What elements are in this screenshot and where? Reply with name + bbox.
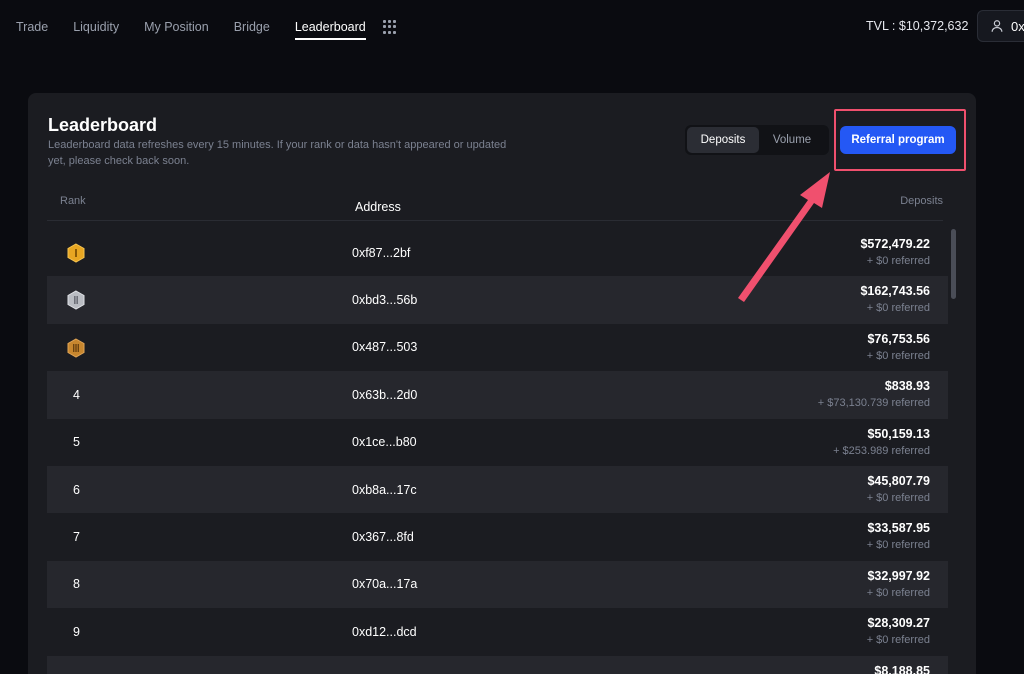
bronze-medal-icon xyxy=(67,338,85,358)
row-address: 0xbd3...56b xyxy=(352,293,418,308)
row-address: 0xb8a...17c xyxy=(352,482,417,497)
row-referred-amount: + $0 referred xyxy=(866,302,930,315)
table-row: $8,188.85 xyxy=(47,655,948,674)
table-row: 0x487...503 $76,753.56 + $0 referred xyxy=(47,324,948,371)
row-deposit-amount: $8,188.85 xyxy=(874,663,930,674)
table-header: Rank Address Deposits xyxy=(47,193,943,221)
row-referred-amount: + $0 referred xyxy=(866,255,930,267)
column-header-deposits: Deposits xyxy=(900,195,943,207)
row-address: 0x367...8fd xyxy=(352,530,414,545)
row-rank: 4 xyxy=(73,387,80,402)
row-address: 0x487...503 xyxy=(352,340,418,355)
silver-medal-icon xyxy=(67,290,85,310)
row-rank: 8 xyxy=(73,577,80,592)
row-deposit-amount: $45,807.79 xyxy=(867,473,930,488)
row-referred-amount: + $0 referred xyxy=(866,539,930,552)
wallet-address: 0x xyxy=(1011,18,1024,34)
page-title: Leaderboard xyxy=(48,115,158,135)
nav-trade[interactable]: Trade xyxy=(16,19,48,40)
tvl-display: TVL : $10,372,632 xyxy=(866,19,969,33)
row-referred-amount: + $0 referred xyxy=(866,586,930,599)
top-navigation-bar: Trade Liquidity My Position Bridge Leade… xyxy=(0,0,1024,54)
table-row: 4 0x63b...2d0 $838.93 + $73,130.739 refe… xyxy=(47,371,948,419)
tab-deposits[interactable]: Deposits xyxy=(687,127,759,153)
table-row: 8 0x70a...17a $32,997.92 + $0 referred xyxy=(47,560,948,609)
table-row: 0xbd3...56b $162,743.56 + $0 referred xyxy=(47,276,948,324)
row-deposit-amount: $33,587.95 xyxy=(867,521,930,536)
row-rank: 9 xyxy=(73,624,80,639)
row-referred-amount: + $0 referred xyxy=(866,634,930,647)
main-nav: Trade Liquidity My Position Bridge Leade… xyxy=(16,19,391,40)
metric-toggle: Deposits Volume xyxy=(685,125,829,155)
table-row: 6 0xb8a...17c $45,807.79 + $0 referred xyxy=(47,465,948,514)
row-referred-amount: + $73,130.739 referred xyxy=(817,397,930,410)
scrollbar-thumb[interactable] xyxy=(951,229,956,299)
nav-my-position[interactable]: My Position xyxy=(144,19,209,40)
table-row: 7 0x367...8fd $33,587.95 + $0 referred xyxy=(47,513,948,560)
row-rank: 7 xyxy=(73,530,80,545)
table-row: 9 0xd12...dcd $28,309.27 + $0 referred xyxy=(47,608,948,655)
user-icon xyxy=(991,20,1003,32)
leaderboard-table-body: 0xf87...2bf $572,479.22 + $0 referred 0x… xyxy=(47,229,948,674)
row-address: 0xf87...2bf xyxy=(352,245,411,260)
row-referred-amount: + $253.989 referred xyxy=(833,444,930,457)
page-subtitle: Leaderboard data refreshes every 15 minu… xyxy=(48,139,507,167)
column-header-rank: Rank xyxy=(60,195,86,207)
row-deposit-amount: $32,997.92 xyxy=(867,568,930,583)
nav-leaderboard[interactable]: Leaderboard xyxy=(294,19,366,40)
row-deposit-amount: $76,753.56 xyxy=(867,331,930,346)
column-header-address: Address xyxy=(355,199,401,214)
row-address: 0xd12...dcd xyxy=(352,624,417,639)
row-rank: 6 xyxy=(73,482,80,497)
tab-volume[interactable]: Volume xyxy=(759,127,825,153)
row-deposit-amount: $572,479.22 xyxy=(860,237,930,251)
row-deposit-amount: $28,309.27 xyxy=(867,616,930,631)
row-address: 0x63b...2d0 xyxy=(352,387,418,402)
row-address: 0x1ce...b80 xyxy=(352,435,417,450)
nav-bridge[interactable]: Bridge xyxy=(234,19,270,40)
row-referred-amount: + $0 referred xyxy=(866,349,930,362)
referral-program-button[interactable]: Referral program xyxy=(840,126,956,154)
row-rank: 5 xyxy=(73,435,80,450)
row-deposit-amount: $50,159.13 xyxy=(867,426,930,441)
row-deposit-amount: $838.93 xyxy=(884,379,930,394)
row-address: 0x70a...17a xyxy=(352,577,418,592)
apps-grid-icon[interactable] xyxy=(383,20,397,34)
wallet-button[interactable]: 0x xyxy=(977,10,1024,42)
table-row: 0xf87...2bf $572,479.22 + $0 referred xyxy=(47,229,948,276)
leaderboard-panel: Leaderboard Leaderboard data refreshes e… xyxy=(28,93,976,674)
table-row: 5 0x1ce...b80 $50,159.13 + $253.989 refe… xyxy=(47,419,948,466)
table-scrollbar[interactable] xyxy=(951,229,956,674)
nav-liquidity[interactable]: Liquidity xyxy=(73,19,119,40)
row-deposit-amount: $162,743.56 xyxy=(860,284,930,299)
row-referred-amount: + $0 referred xyxy=(866,491,930,504)
gold-medal-icon xyxy=(67,243,85,263)
